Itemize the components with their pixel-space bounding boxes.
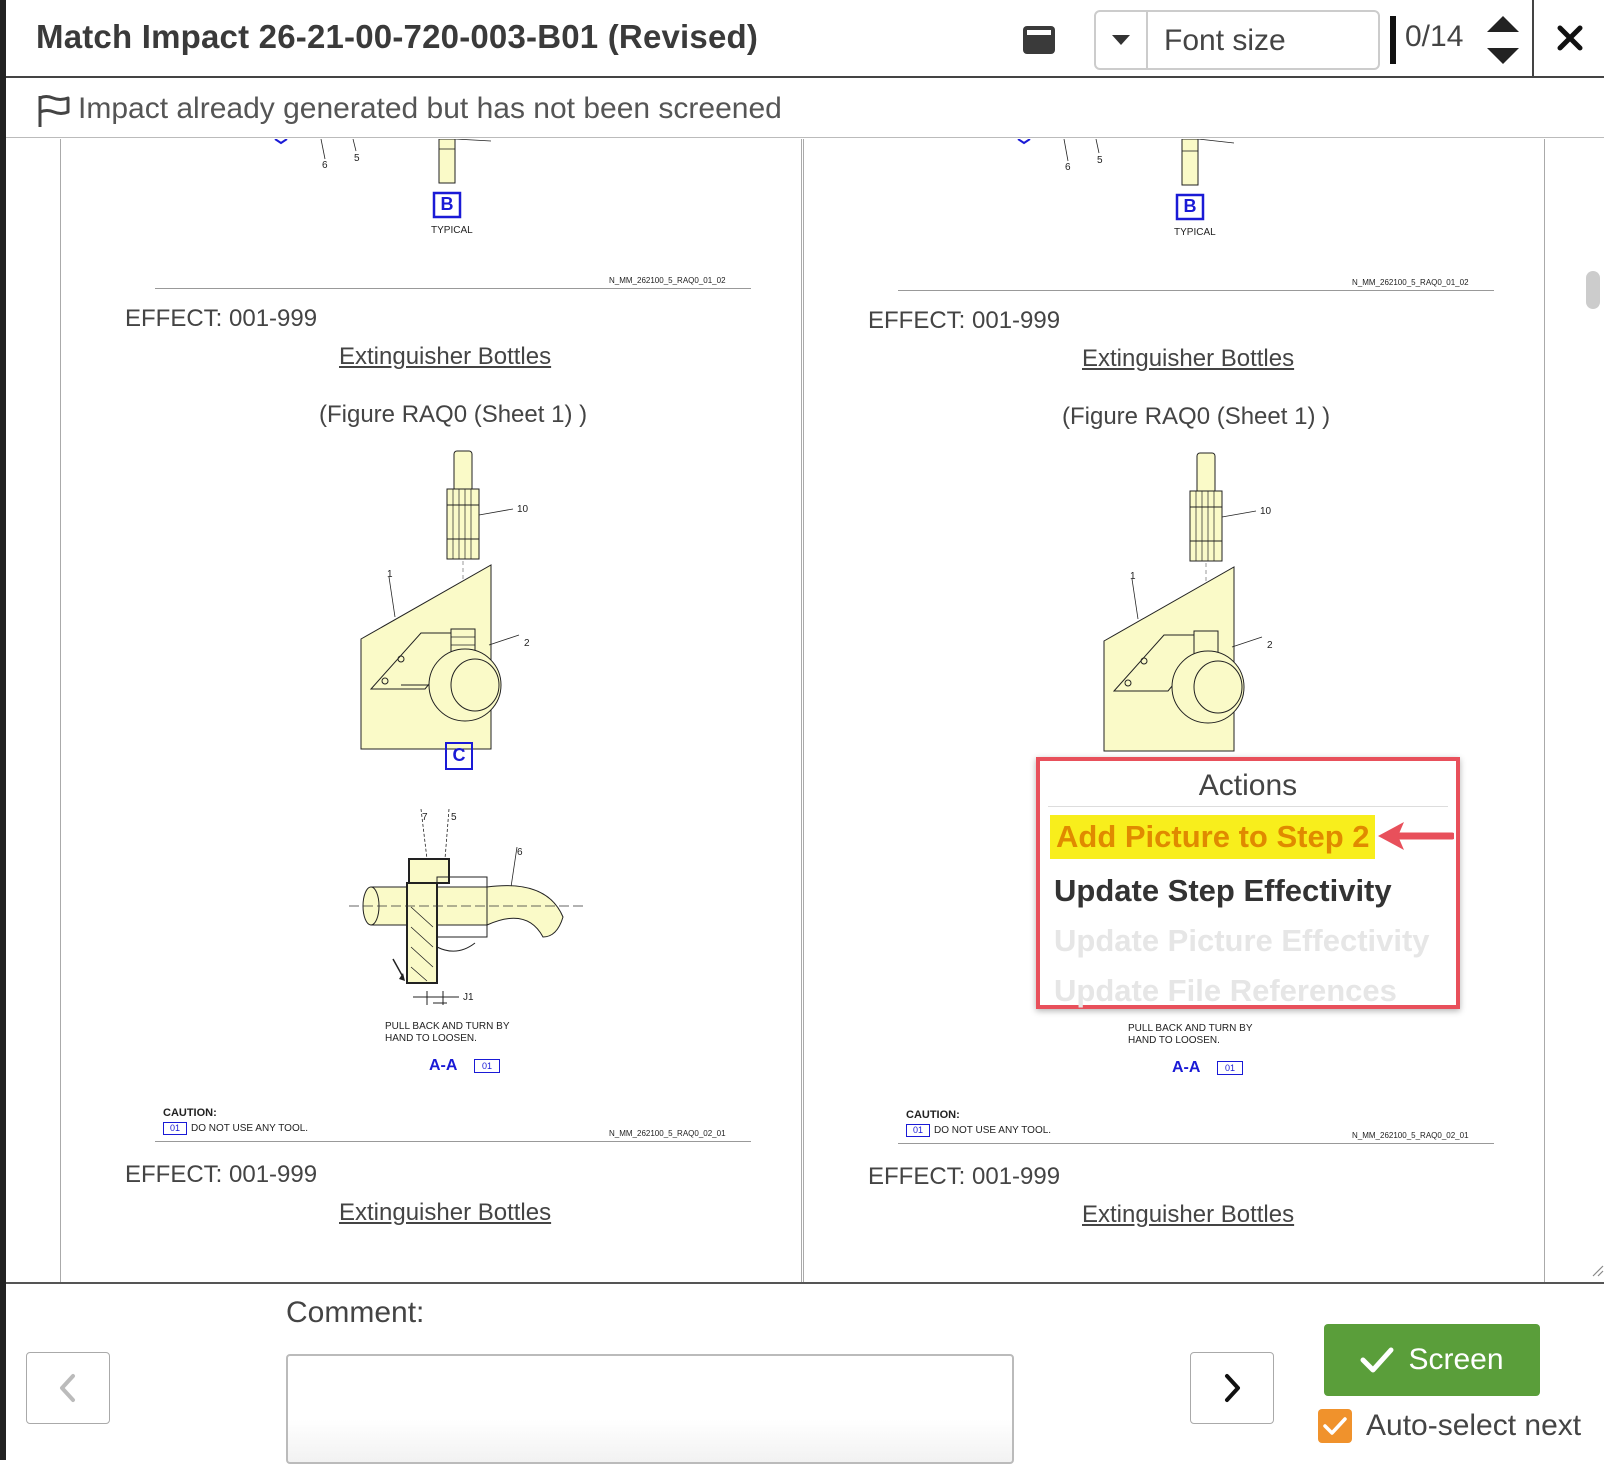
close-icon[interactable] <box>1550 18 1590 58</box>
callout-6: 6 <box>322 160 328 171</box>
effect-label-2: EFFECT: 001-999 <box>125 1161 318 1188</box>
figure-caption: (Figure RAQ0 (Sheet 1) ) <box>319 401 588 428</box>
figure-rule-2 <box>898 1143 1494 1144</box>
separator-bar <box>1390 16 1396 64</box>
top-fitting-drawing <box>274 139 492 219</box>
extinguisher-bottles-link[interactable]: Extinguisher Bottles <box>1082 345 1294 373</box>
figure-ref-2: N_MM_262100_5_RAQ0_02_01 <box>1352 1131 1469 1140</box>
callout-5: 5 <box>1097 155 1103 166</box>
add-picture-to-step-action[interactable]: Add Picture to Step 2 <box>1050 815 1376 859</box>
auto-select-label: Auto-select next <box>1366 1409 1582 1442</box>
checkmark-icon <box>1360 1347 1394 1373</box>
figure-caption: (Figure RAQ0 (Sheet 1) ) <box>1062 403 1331 430</box>
detail-label: B <box>1183 196 1197 216</box>
callout-1: 1 <box>387 569 393 580</box>
checkmark-icon <box>1323 1417 1347 1435</box>
extinguisher-bottles-link[interactable]: Extinguisher Bottles <box>339 343 551 371</box>
update-file-references-action: Update File References <box>1054 973 1397 1008</box>
auto-select-checkbox[interactable] <box>1318 1409 1352 1443</box>
actions-menu: Actions Add Picture to Step 2 Update Ste… <box>1036 757 1460 1009</box>
callout-10: 10 <box>1260 506 1272 517</box>
auto-select-next-option[interactable]: Auto-select next <box>1318 1406 1581 1446</box>
save-icon[interactable] <box>1022 25 1056 55</box>
flag-icon <box>38 95 70 127</box>
screen-button-label: Screen <box>1408 1343 1504 1376</box>
figure-ref: N_MM_262100_5_RAQ0_01_02 <box>1352 278 1469 287</box>
actions-menu-title: Actions <box>1048 765 1448 807</box>
fitting-assembly-drawing <box>360 450 520 750</box>
note-tag: 01 <box>1217 1061 1243 1075</box>
detail-label: B <box>440 194 454 214</box>
pull-back-text-2: HAND TO LOOSEN. <box>385 1033 477 1044</box>
match-impact-dialog: Match Impact 26-21-00-720-003-B01 (Revis… <box>0 0 1604 1464</box>
effect-label-2: EFFECT: 001-999 <box>868 1163 1061 1190</box>
callout-2: 2 <box>524 638 530 649</box>
match-counter: 0/14 <box>1405 20 1464 53</box>
caution-tag: 01 <box>906 1124 930 1137</box>
revised-panel: 6 5 B TYPICAL N_MM_262100_5_RAQ0_01_02 E… <box>803 139 1545 1282</box>
callout-7: 7 <box>422 812 428 823</box>
detail-caption: TYPICAL <box>431 225 473 236</box>
comparison-content: 6 5 B TYPICAL N_MM_262100_5_RAQ0_01_02 E… <box>6 139 1604 1284</box>
caution-tag: 01 <box>163 1122 187 1135</box>
pull-back-text-1: PULL BACK AND TURN BY <box>1128 1023 1253 1034</box>
fitting-assembly-drawing-revised <box>1103 452 1263 752</box>
detail-caption: TYPICAL <box>1174 227 1216 238</box>
callout-5: 5 <box>354 153 360 164</box>
view-label: C <box>445 742 473 770</box>
pull-back-text-2: HAND TO LOOSEN. <box>1128 1035 1220 1046</box>
caution-label: CAUTION: <box>906 1109 960 1121</box>
chevron-left-icon <box>60 1374 75 1402</box>
figure-rule-2 <box>155 1141 751 1142</box>
next-button[interactable] <box>1190 1352 1274 1424</box>
top-fitting-drawing-revised <box>1017 139 1235 221</box>
caret-down-icon[interactable] <box>1096 12 1148 68</box>
caution-text: DO NOT USE ANY TOOL. <box>191 1123 309 1134</box>
chevron-right-icon <box>1225 1374 1240 1402</box>
caution-text: DO NOT USE ANY TOOL. <box>934 1125 1052 1136</box>
section-label: A-A <box>429 1057 458 1074</box>
extinguisher-bottles-link-2[interactable]: Extinguisher Bottles <box>1082 1201 1294 1229</box>
up-down-arrows-icon[interactable] <box>1484 12 1522 68</box>
callout-5b: 5 <box>451 812 457 823</box>
callout-1: 1 <box>1130 571 1136 582</box>
title-bar: Match Impact 26-21-00-720-003-B01 (Revis… <box>6 0 1604 78</box>
section-label: A-A <box>1172 1059 1201 1076</box>
figure-rule <box>155 288 751 289</box>
note-tag: 01 <box>474 1059 500 1073</box>
figure-ref-2: N_MM_262100_5_RAQ0_02_01 <box>609 1129 726 1138</box>
pull-back-text-1: PULL BACK AND TURN BY <box>385 1021 510 1032</box>
annotation-arrow-icon <box>1378 822 1454 850</box>
section-view-drawing <box>349 808 585 1005</box>
header-divider <box>1532 0 1534 78</box>
callout-10: 10 <box>517 504 529 515</box>
dialog-title: Match Impact 26-21-00-720-003-B01 (Revis… <box>36 18 759 55</box>
original-panel: 6 5 B TYPICAL N_MM_262100_5_RAQ0_01_02 E… <box>60 139 802 1282</box>
figure-rule <box>898 290 1494 291</box>
status-message: Impact already generated but has not bee… <box>78 92 782 125</box>
effect-label: EFFECT: 001-999 <box>125 305 318 332</box>
font-size-select[interactable]: Font size <box>1094 10 1380 70</box>
caution-label: CAUTION: <box>163 1107 217 1119</box>
extinguisher-bottles-link-2[interactable]: Extinguisher Bottles <box>339 1199 551 1227</box>
update-step-effectivity-action[interactable]: Update Step Effectivity <box>1054 873 1392 909</box>
font-size-placeholder: Font size <box>1164 24 1286 57</box>
comment-textarea[interactable] <box>286 1354 1014 1464</box>
callout-6b: 6 <box>517 847 523 858</box>
callout-j1: J1 <box>463 992 474 1003</box>
callout-6: 6 <box>1065 162 1071 173</box>
callout-2: 2 <box>1267 640 1273 651</box>
effect-label: EFFECT: 001-999 <box>868 307 1061 334</box>
screen-button[interactable]: Screen <box>1324 1324 1540 1396</box>
update-picture-effectivity-action: Update Picture Effectivity <box>1054 923 1430 958</box>
footer: Comment: Screen Auto-select next <box>6 1286 1604 1464</box>
previous-button[interactable] <box>26 1352 110 1424</box>
status-bar: Impact already generated but has not bee… <box>6 80 1604 138</box>
comment-label: Comment: <box>286 1296 425 1329</box>
content-scrollbar[interactable] <box>1586 271 1600 309</box>
resize-handle-icon[interactable] <box>1590 1263 1604 1277</box>
figure-ref: N_MM_262100_5_RAQ0_01_02 <box>609 276 726 285</box>
